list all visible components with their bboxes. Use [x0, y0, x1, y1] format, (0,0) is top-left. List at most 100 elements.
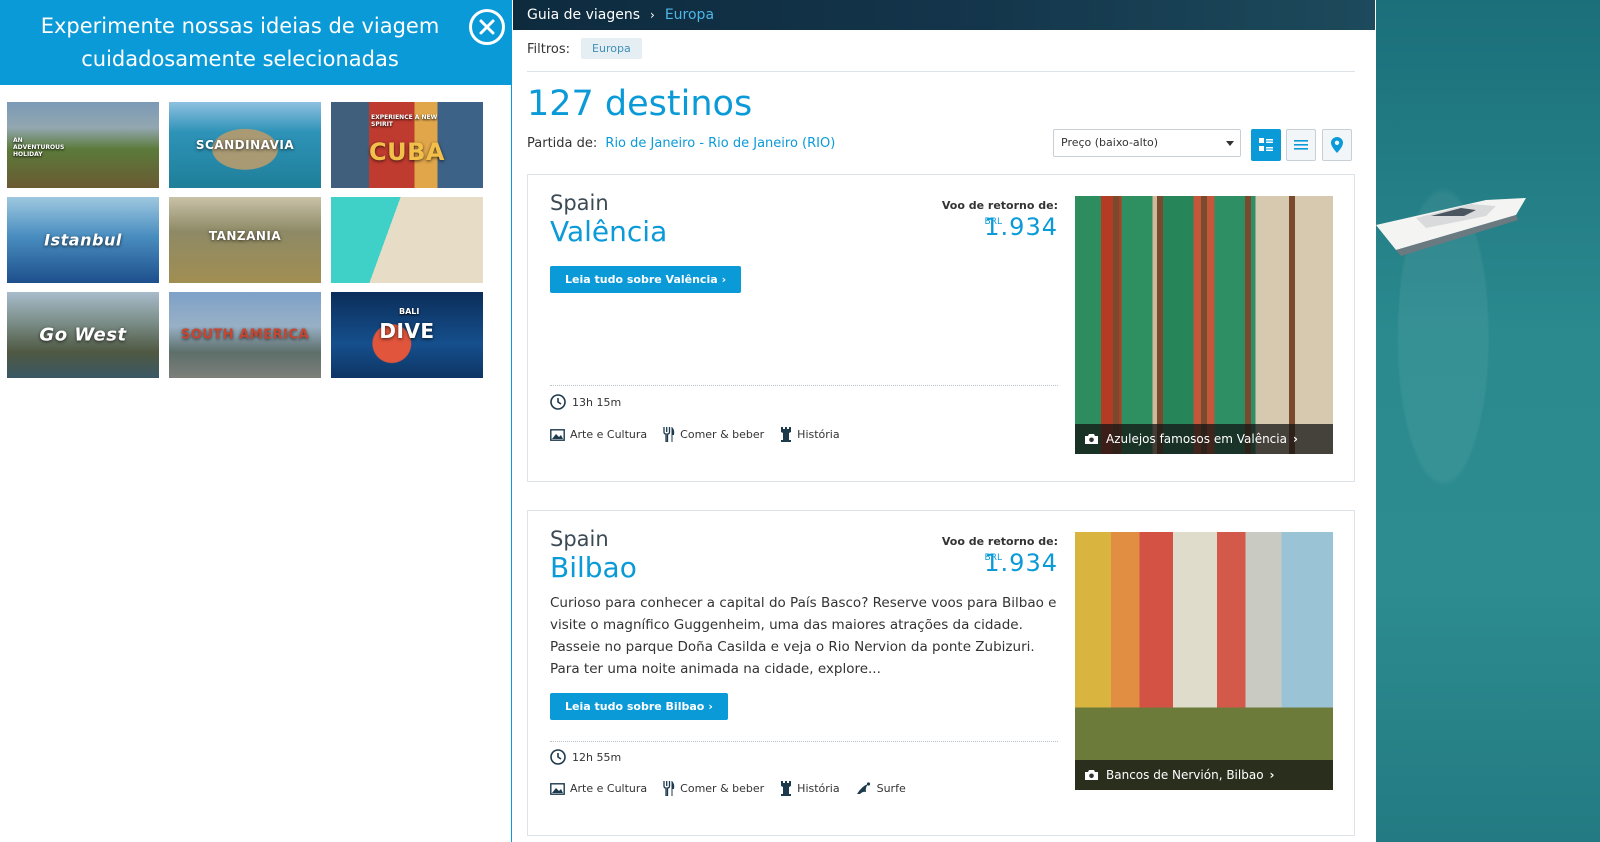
- tag-label: Comer & beber: [680, 782, 765, 795]
- photo-caption-text: Azulejos famosos em Valência: [1106, 432, 1287, 446]
- tag-arte-e-cultura[interactable]: Arte e Cultura: [550, 427, 647, 442]
- chevron-right-icon: ›: [708, 700, 713, 713]
- clock-icon: [550, 749, 566, 765]
- photo-caption-link[interactable]: Azulejos famosos em Valência ›: [1075, 424, 1333, 454]
- idea-tile-tanzania[interactable]: TANZANIA: [169, 197, 321, 283]
- destination-photo[interactable]: Azulejos famosos em Valência ›: [1075, 196, 1333, 454]
- idea-tile-label: Go West: [39, 324, 127, 346]
- background-sea-image: [1376, 0, 1600, 842]
- map-pin-icon: [1331, 137, 1343, 153]
- ideas-panel-title: Experimente nossas ideias de viagem cuid…: [20, 10, 460, 76]
- idea-tile-bali-dive[interactable]: DIVE BALI: [331, 292, 483, 378]
- fork-knife-icon: [663, 781, 675, 796]
- tag-comer-beber[interactable]: Comer & beber: [663, 781, 764, 796]
- chevron-right-icon: ›: [1269, 768, 1275, 782]
- destination-photo[interactable]: Bancos de Nervión, Bilbao ›: [1075, 532, 1333, 790]
- card-city[interactable]: Valência: [550, 215, 667, 248]
- card-divider: [550, 385, 1058, 386]
- breadcrumb-current: Europa: [664, 7, 715, 23]
- card-view-button[interactable]: [1251, 129, 1281, 161]
- idea-tile-go-west[interactable]: Go West: [7, 292, 159, 378]
- idea-tile-sub: EXPERIENCE A NEW SPIRIT: [371, 114, 438, 128]
- destination-card-bilbao: Spain Bilbao Voo de retorno de: BRL 1.93…: [527, 510, 1355, 836]
- departure-info: Partida de: Rio de Janeiro - Rio de Jane…: [527, 136, 835, 151]
- idea-tile-label: DIVE: [379, 318, 435, 343]
- flight-duration: 13h 15m: [550, 394, 621, 410]
- filters-label: Filtros:: [527, 42, 571, 57]
- card-country: Spain: [550, 191, 609, 215]
- breadcrumb-chevron-icon: ›: [650, 8, 655, 22]
- idea-tile-istanbul[interactable]: Istanbul: [7, 197, 159, 283]
- ideas-panel-title-line2: cuidadosamente selecionadas: [81, 47, 399, 71]
- sort-select-value: Preço (baixo-alto): [1061, 136, 1159, 149]
- idea-tile-sub: AN ADVENTUROUS HOLIDAY: [13, 137, 65, 158]
- tag-historia[interactable]: História: [780, 427, 840, 442]
- tag-surfe[interactable]: Surfe: [856, 781, 906, 796]
- card-tags: Arte e Cultura Comer & beber História Su…: [550, 781, 922, 796]
- idea-tile-label: Istanbul: [44, 230, 122, 250]
- read-more-label: Leia tudo sobre Bilbao: [565, 700, 705, 713]
- filter-chip-europa[interactable]: Europa: [581, 38, 642, 59]
- photo-caption-link[interactable]: Bancos de Nervión, Bilbao ›: [1075, 760, 1333, 790]
- sort-select[interactable]: Preço (baixo-alto): [1053, 129, 1241, 157]
- chevron-right-icon: ›: [721, 273, 727, 286]
- list-view-button[interactable]: [1286, 129, 1316, 161]
- tower-icon: [781, 781, 792, 796]
- idea-tile-cuba[interactable]: CUBA EXPERIENCE A NEW SPIRIT: [331, 102, 483, 188]
- card-city[interactable]: Bilbao: [550, 551, 637, 584]
- departure-label: Partida de:: [527, 136, 598, 151]
- close-icon: [479, 19, 495, 35]
- card-country: Spain: [550, 527, 609, 551]
- tower-icon: [781, 427, 792, 442]
- idea-tile-label: TANZANIA: [208, 228, 282, 243]
- map-view-button[interactable]: [1322, 129, 1352, 161]
- fork-knife-icon: [663, 427, 675, 442]
- card-fare-label: Voo de retorno de:: [941, 199, 1058, 212]
- card-price: 1.934: [984, 213, 1058, 241]
- image-icon: [550, 428, 565, 441]
- idea-tile-label: CUBA: [369, 137, 445, 166]
- tag-label: História: [797, 782, 840, 795]
- breadcrumb: Guia de viagens › Europa: [513, 0, 1375, 30]
- clock-icon: [550, 394, 566, 410]
- travel-ideas-panel: Experimente nossas ideias de viagem cuid…: [0, 0, 512, 842]
- flight-duration-value: 12h 55m: [572, 750, 622, 764]
- destinations-main: Guia de viagens › Europa Filtros: Europa…: [513, 0, 1375, 842]
- idea-tile-label: SOUTH AMERICA: [180, 327, 310, 343]
- breadcrumb-root-link[interactable]: Guia de viagens: [527, 7, 640, 23]
- tag-label: Arte e Cultura: [570, 428, 648, 441]
- card-tags: Arte e Cultura Comer & beber História: [550, 427, 856, 442]
- departure-city-link[interactable]: Rio de Janeiro - Rio de Janeiro (RIO): [605, 136, 835, 151]
- tag-label: Comer & beber: [680, 428, 765, 441]
- idea-tile-south-america[interactable]: SOUTH AMERICA: [169, 292, 321, 378]
- ideas-panel-title-line1: Experimente nossas ideias de viagem: [40, 14, 440, 38]
- tag-historia[interactable]: História: [780, 781, 840, 796]
- chevron-down-icon: [1226, 141, 1234, 146]
- tag-comer-beber[interactable]: Comer & beber: [663, 427, 764, 442]
- read-more-button[interactable]: Leia tudo sobre Valência ›: [550, 266, 742, 293]
- card-description: Curioso para conhecer a capital do País …: [550, 595, 1057, 677]
- idea-tile-label: SCANDINAVIA: [195, 138, 295, 152]
- results-count: 127 destinos: [527, 84, 753, 124]
- photo-caption-text: Bancos de Nervión, Bilbao: [1106, 768, 1264, 782]
- card-view-icon: [1259, 138, 1273, 151]
- camera-icon: [1085, 770, 1098, 780]
- tag-arte-e-cultura[interactable]: Arte e Cultura: [550, 781, 647, 796]
- surf-icon: [856, 781, 870, 794]
- yacht-image: [1376, 198, 1526, 256]
- idea-tile-adventurous-holiday[interactable]: AN ADVENTUROUS HOLIDAY: [7, 102, 159, 188]
- camera-icon: [1085, 434, 1098, 444]
- idea-tile-scandinavia[interactable]: SCANDINAVIA: [169, 102, 321, 188]
- card-divider: [550, 741, 1058, 742]
- filters-bar: Filtros: Europa: [527, 38, 1355, 72]
- idea-tile-beach[interactable]: [331, 197, 483, 283]
- tag-label: Arte e Cultura: [570, 782, 648, 795]
- idea-tile-sub: BALI: [399, 307, 420, 316]
- read-more-button[interactable]: Leia tudo sobre Bilbao ›: [550, 693, 728, 720]
- card-price: 1.934: [984, 549, 1058, 577]
- tag-label: Surfe: [876, 782, 906, 795]
- close-button[interactable]: [469, 9, 505, 45]
- card-fare-label: Voo de retorno de:: [941, 535, 1058, 548]
- destination-card-valencia: Spain Valência Voo de retorno de: BRL 1.…: [527, 174, 1355, 482]
- image-icon: [550, 782, 565, 795]
